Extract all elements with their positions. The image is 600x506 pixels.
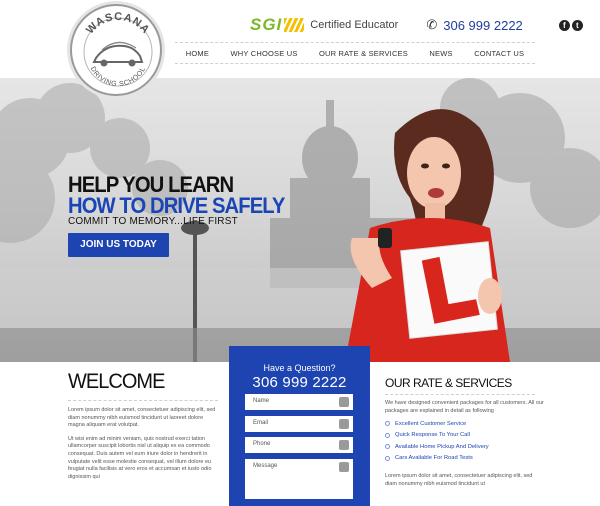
message-field[interactable]: Message xyxy=(245,459,353,499)
phone-field[interactable]: Phone xyxy=(245,437,353,453)
logo-top-text: WASCANA xyxy=(84,11,151,37)
nav-news[interactable]: NEWS xyxy=(429,49,452,58)
rates-item-label: Cars Available For Road Tests xyxy=(395,455,473,462)
bullet-icon xyxy=(385,455,390,461)
rates-item-label: Available Home Pickup And Delivery xyxy=(395,443,489,450)
welcome-section: WELCOME Lorem ipsum dolor sit amet, cons… xyxy=(68,370,218,481)
email-field[interactable]: Email xyxy=(245,416,353,432)
join-us-button[interactable]: JOIN US TODAY xyxy=(68,233,169,257)
facebook-icon[interactable]: f xyxy=(558,19,570,31)
divider xyxy=(68,400,218,401)
header-phone-number[interactable]: 306 999 2222 xyxy=(443,18,523,33)
welcome-paragraph-1: Lorem ipsum dolor sit amet, consectetuer… xyxy=(68,407,216,429)
phone-placeholder: Phone xyxy=(253,441,271,447)
hero-heading-line2: HOW TO DRIVE SAFELY xyxy=(68,193,285,218)
question-form: Have a Question? 306 999 2222 Name Email… xyxy=(229,346,370,506)
rates-intro: We have designed convenient packages for… xyxy=(385,400,544,414)
site-logo[interactable]: WASCANA DRIVING SCHOOL xyxy=(70,4,162,96)
nav-rate-services[interactable]: OUR RATE & SERVICES xyxy=(319,49,408,58)
phone-icon: ✆ xyxy=(426,17,438,32)
name-placeholder: Name xyxy=(253,398,270,404)
rates-paragraph-2: Lorem ipsum dolor sit amet, consectetuer… xyxy=(385,473,533,487)
top-bar: SGI Certified Educator ✆ 306 999 2222 f … xyxy=(250,14,583,36)
main-nav: HOME WHY CHOOSE US OUR RATE & SERVICES N… xyxy=(175,42,535,64)
pencil-icon xyxy=(339,462,349,472)
rates-section: OUR RATE & SERVICES We have designed con… xyxy=(385,376,545,488)
envelope-icon xyxy=(339,419,349,429)
question-heading: Have a Question? xyxy=(263,363,336,373)
rates-title: OUR RATE & SERVICES xyxy=(385,376,512,390)
sgi-stripes-icon xyxy=(284,18,305,32)
rates-list-item[interactable]: Available Home Pickup And Delivery xyxy=(385,444,545,450)
rates-list-item[interactable]: Cars Available For Road Tests xyxy=(385,455,545,461)
hero-banner: HELP YOU LEARN HOW TO DRIVE SAFELY COMMI… xyxy=(0,78,600,362)
welcome-paragraph-2: Ut wisi enim ad minim veniam, quis nostr… xyxy=(68,435,212,480)
rates-list-item[interactable]: Excellent Customer Service xyxy=(385,421,545,427)
hero-tagline: COMMIT TO MEMORY...LIFE FIRST xyxy=(68,216,238,227)
welcome-title: WELCOME xyxy=(68,370,165,393)
user-icon xyxy=(339,397,349,407)
svg-text:WASCANA: WASCANA xyxy=(84,11,152,37)
email-placeholder: Email xyxy=(253,420,269,426)
bullet-icon xyxy=(385,421,390,427)
logo-bottom-text: DRIVING SCHOOL xyxy=(89,66,147,88)
sgi-logo: SGI xyxy=(250,15,283,34)
twitter-icon[interactable]: t xyxy=(571,19,583,31)
nav-home[interactable]: HOME xyxy=(186,49,209,58)
nav-why-choose-us[interactable]: WHY CHOOSE US xyxy=(230,49,297,58)
nav-contact-us[interactable]: CONTACT US xyxy=(474,49,524,58)
bullet-icon xyxy=(385,432,390,438)
divider xyxy=(385,394,535,395)
rates-item-label: Excellent Customer Service xyxy=(395,420,467,427)
svg-text:DRIVING SCHOOL: DRIVING SCHOOL xyxy=(89,66,148,88)
name-field[interactable]: Name xyxy=(245,394,353,410)
phone-icon xyxy=(339,440,349,450)
rates-list-item[interactable]: Quick Response To Your Call xyxy=(385,432,545,438)
question-phone[interactable]: 306 999 2222 xyxy=(229,374,370,391)
rates-item-label: Quick Response To Your Call xyxy=(395,432,470,439)
bullet-icon xyxy=(385,444,390,450)
car-icon xyxy=(92,41,144,67)
certified-educator-label: Certified Educator xyxy=(310,19,399,31)
message-placeholder: Message xyxy=(253,463,278,469)
